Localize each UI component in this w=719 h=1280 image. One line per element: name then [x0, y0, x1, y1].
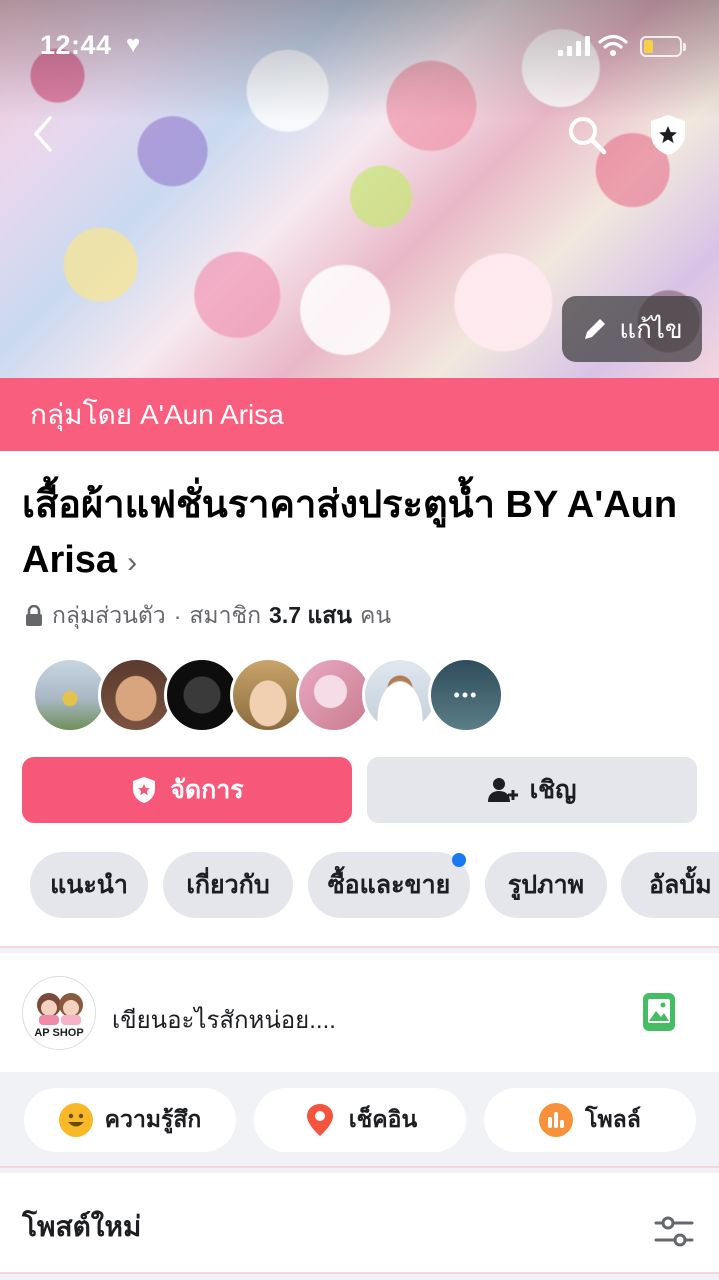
tab-albums[interactable]: อัลบั้ม: [621, 852, 719, 918]
search-icon[interactable]: [566, 114, 608, 156]
group-owner-banner[interactable]: กลุ่มโดย A'Aun Arisa: [0, 378, 719, 451]
member-avatar[interactable]: [230, 657, 306, 733]
composer-avatar-text: AP SHOP: [34, 1027, 84, 1039]
more-members-button[interactable]: •••: [428, 657, 504, 733]
check-in-button[interactable]: เช็คอิน: [254, 1088, 466, 1152]
member-avatar[interactable]: [296, 657, 372, 733]
post-composer[interactable]: AP SHOP เขียนอะไรสักหน่อย....: [0, 958, 719, 1072]
pencil-icon: [585, 319, 606, 339]
battery-icon: [640, 36, 686, 57]
edit-label: แก้ไข: [619, 313, 683, 344]
invite-label: เชิญ: [529, 776, 577, 804]
group-tabs: แนะนำ เกี่ยวกับ ซื้อและขาย รูปภาพ อัลบั้…: [30, 852, 719, 920]
group-owner-label: กลุ่มโดย A'Aun Arisa: [30, 398, 284, 430]
tab-about[interactable]: เกี่ยวกับ: [163, 852, 293, 918]
more-icon: •••: [453, 684, 479, 705]
manage-label: จัดการ: [170, 776, 244, 804]
members-prefix: สมาชิก: [189, 602, 262, 628]
back-button[interactable]: [28, 112, 60, 156]
signal-icon: [558, 36, 590, 56]
shield-icon: [133, 777, 156, 803]
tab-featured[interactable]: แนะนำ: [30, 852, 148, 918]
composer-actions: ความรู้สึก เช็คอิน โพลล์: [0, 1072, 719, 1168]
heart-icon: ♥: [126, 31, 141, 58]
composer-input[interactable]: เขียนอะไรสักหน่อย....: [112, 1000, 336, 1039]
manage-button[interactable]: จัดการ: [22, 757, 352, 823]
members-suffix: คน: [360, 602, 392, 628]
poll-icon: [539, 1103, 574, 1137]
add-person-icon: [487, 778, 518, 802]
lock-icon: [26, 605, 42, 626]
feeling-button[interactable]: ความรู้สึก: [24, 1088, 236, 1152]
member-avatar[interactable]: [98, 657, 174, 733]
feeling-label: ความรู้สึก: [104, 1106, 202, 1132]
photo-icon[interactable]: [642, 992, 676, 1032]
new-posts-section: โพสต์ใหม่: [0, 1175, 719, 1280]
invite-button[interactable]: เชิญ: [367, 757, 697, 823]
group-meta: กลุ่มส่วนตัว · สมาชิก 3.7 แสน คน: [24, 598, 391, 634]
location-pin-icon: [303, 1103, 337, 1137]
status-time: 12:44: [40, 30, 112, 60]
wifi-icon: [598, 34, 628, 56]
members-count: 3.7 แสน: [269, 602, 352, 628]
member-avatar[interactable]: [32, 657, 108, 733]
member-avatar[interactable]: [362, 657, 438, 733]
tab-buy-sell[interactable]: ซื้อและขาย: [308, 852, 470, 918]
composer-avatar: AP SHOP: [22, 976, 96, 1050]
poll-button[interactable]: โพลล์: [484, 1088, 696, 1152]
filter-icon[interactable]: [654, 1215, 694, 1249]
smile-icon: [58, 1103, 93, 1137]
new-posts-title: โพสต์ใหม่: [22, 1211, 142, 1242]
tab-photos[interactable]: รูปภาพ: [485, 852, 607, 918]
chevron-right-icon: ›: [127, 546, 138, 579]
edit-cover-button[interactable]: แก้ไข: [562, 296, 702, 362]
divider: [0, 946, 719, 953]
admin-shield-icon[interactable]: [646, 112, 690, 158]
member-avatar[interactable]: [164, 657, 240, 733]
divider: [0, 1166, 719, 1173]
divider: [0, 1272, 719, 1280]
poll-label: โพลล์: [585, 1106, 641, 1132]
check-in-label: เช็คอิน: [348, 1106, 418, 1132]
group-title[interactable]: เสื้อผ้าแฟชั่นราคาส่งประตูน้ำ BY A'Aun A…: [22, 478, 702, 590]
privacy-label: กลุ่มส่วนตัว: [52, 602, 166, 628]
notification-dot: [452, 853, 466, 867]
